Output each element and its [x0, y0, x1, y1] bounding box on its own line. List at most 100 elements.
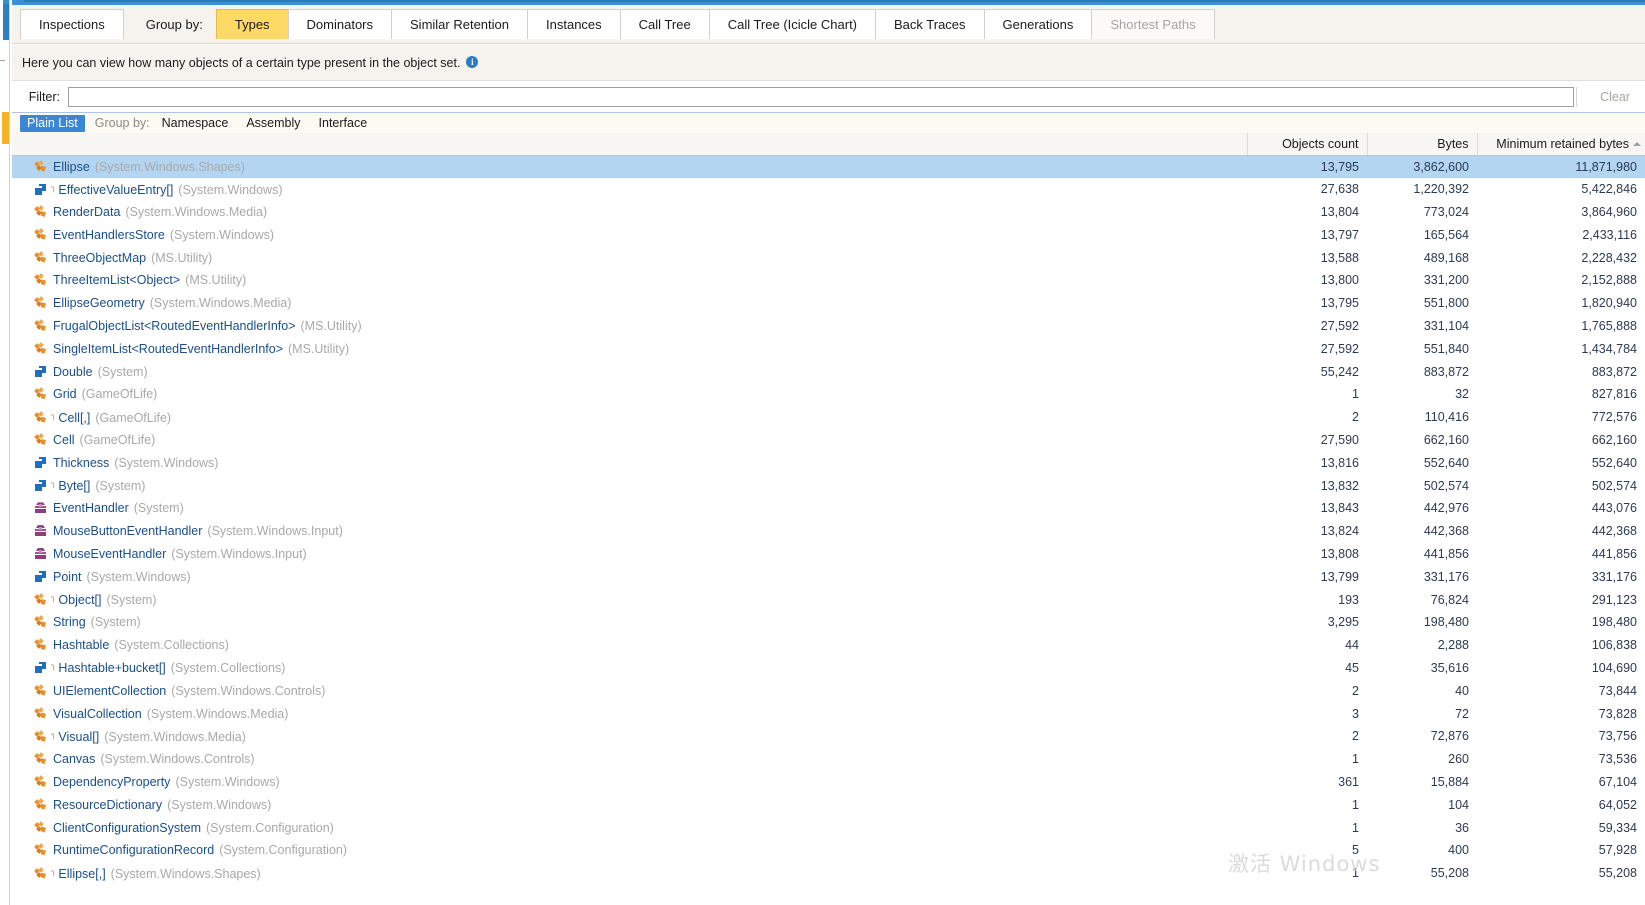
table-row[interactable]: EllipseGeometry (System.Windows.Media) 13,… [12, 292, 1645, 315]
minimum-retained-bytes-cell: 552,640 [1591, 455, 1637, 470]
tab-inspections[interactable]: Inspections [20, 9, 124, 39]
tab-generations[interactable]: Generations [983, 9, 1093, 39]
type-namespace: (System.Windows.Media) [104, 729, 246, 744]
table-row[interactable]: VisualCollection (System.Windows.Media) 3 7… [12, 702, 1645, 725]
type-name-cell[interactable]: ╮ Ellipse[,] (System.Windows.Shapes) [12, 862, 1247, 885]
type-name-cell[interactable]: UIElementCollection (System.Windows.Contr… [12, 679, 1247, 702]
type-name-cell[interactable]: Thickness (System.Windows) [12, 451, 1247, 474]
table-row[interactable]: MouseButtonEventHandler (System.Windows.I… [12, 520, 1645, 543]
table-row[interactable]: ╮ Ellipse[,] (System.Windows.Shapes) 1 55,20… [12, 862, 1645, 885]
column-header-bytes[interactable]: Bytes [1367, 133, 1478, 156]
tab-types[interactable]: Types [215, 9, 289, 39]
type-name-cell[interactable]: ThreeObjectMap (MS.Utility) [12, 246, 1247, 269]
table-row[interactable]: ╮ Byte[] (System) 13,832 502,574 502,574 [12, 474, 1645, 497]
type-name-cell[interactable]: SingleItemList<RoutedEventHandlerInfo> (M… [12, 337, 1247, 360]
table-row[interactable]: ThreeObjectMap (MS.Utility) 13,588 489,168 2… [12, 246, 1645, 269]
table-row[interactable]: ╮ Visual[] (System.Windows.Media) 2 72,876 73… [12, 725, 1645, 748]
type-namespace: (System) [97, 364, 148, 379]
type-name-cell[interactable]: MouseEventHandler (System.Windows.Input) [12, 543, 1247, 566]
class-type-icon [34, 820, 48, 834]
type-name-cell[interactable]: ╮ Visual[] (System.Windows.Media) [12, 725, 1247, 748]
type-namespace: (System.Windows) [178, 182, 283, 197]
table-row[interactable]: ╮ EffectiveValueEntry[] (System.Windows) 27… [12, 178, 1645, 201]
filter-input[interactable] [68, 86, 1574, 107]
table-row[interactable]: String (System) 3,295 198,480 198,480 [12, 611, 1645, 634]
type-name-cell[interactable]: ThreeItemList<Object> (MS.Utility) [12, 269, 1247, 292]
type-name-cell[interactable]: ╮ Cell[,] (GameOfLife) [12, 406, 1247, 429]
table-row[interactable]: RenderData (System.Windows.Media) 13,804 77… [12, 201, 1645, 224]
type-name-cell[interactable]: ╮ Hashtable+bucket[] (System.Collections) [12, 657, 1247, 680]
table-row[interactable]: Grid (GameOfLife) 1 32 827,816 [12, 383, 1645, 406]
type-name-cell[interactable]: DependencyProperty (System.Windows) [12, 771, 1247, 794]
type-namespace: (System.Windows) [169, 227, 275, 242]
table-row[interactable]: Ellipse (System.Windows.Shapes) 13,795 3,86… [12, 155, 1645, 178]
type-name: Visual[] [58, 729, 100, 744]
type-name-cell[interactable]: RenderData (System.Windows.Media) [12, 201, 1247, 224]
type-name-cell[interactable]: ClientConfigurationSystem (System.Configu… [12, 816, 1247, 839]
table-row[interactable]: ThreeItemList<Object> (MS.Utility) 13,800 3… [12, 269, 1645, 292]
table-row[interactable]: Double (System) 55,242 883,872 883,872 [12, 360, 1645, 383]
type-name-cell[interactable]: ╮ Object[] (System) [12, 588, 1247, 611]
type-namespace: (System.Windows) [175, 774, 280, 789]
info-icon[interactable]: i [466, 55, 479, 68]
type-name-cell[interactable]: String (System) [12, 611, 1247, 634]
tab-dominators[interactable]: Dominators [287, 9, 393, 39]
table-row[interactable]: Canvas (System.Windows.Controls) 1 260 73,53… [12, 748, 1645, 771]
table-row[interactable]: EventHandlersStore (System.Windows) 13,797… [12, 223, 1645, 246]
type-name-cell[interactable]: Ellipse (System.Windows.Shapes) [12, 155, 1247, 178]
group-by-option-assembly[interactable]: Assembly [246, 116, 300, 130]
type-name-cell[interactable]: EllipseGeometry (System.Windows.Media) [12, 292, 1247, 315]
table-row[interactable]: ╮ Hashtable+bucket[] (System.Collections) 4… [12, 657, 1645, 680]
table-row[interactable]: Hashtable (System.Collections) 44 2,288 106,… [12, 634, 1645, 657]
tab-call-tree-icicle-chart[interactable]: Call Tree (Icicle Chart) [708, 9, 877, 39]
type-name-cell[interactable]: VisualCollection (System.Windows.Media) [12, 702, 1247, 725]
table-row[interactable]: Thickness (System.Windows) 13,816 552,640 55… [12, 451, 1645, 474]
bytes-cell: 441,856 [1423, 546, 1469, 561]
type-name-cell[interactable]: FrugalObjectList<RoutedEventHandlerInfo>… [12, 315, 1247, 338]
type-name-cell[interactable]: Double (System) [12, 360, 1247, 383]
table-row[interactable]: DependencyProperty (System.Windows) 361 15,… [12, 771, 1645, 794]
table-row[interactable]: SingleItemList<RoutedEventHandlerInfo> (M… [12, 337, 1645, 360]
group-by-option-namespace[interactable]: Namespace [162, 116, 229, 130]
type-namespace: (System.Collections) [114, 638, 229, 653]
tab-call-tree[interactable]: Call Tree [619, 9, 710, 39]
column-header-minimum-retained-bytes[interactable]: Minimum retained bytes [1477, 133, 1645, 156]
table-row[interactable]: MouseEventHandler (System.Windows.Input) 1… [12, 543, 1645, 566]
objects-count-cell: 55,242 [1320, 364, 1359, 379]
table-row[interactable]: EventHandler (System) 13,843 442,976 443,076 [12, 497, 1645, 520]
column-header-objects-count[interactable]: Objects count [1247, 133, 1368, 156]
tab-shortest-paths[interactable]: Shortest Paths [1091, 9, 1215, 39]
table-row[interactable]: ╮ Cell[,] (GameOfLife) 2 110,416 772,576 [12, 406, 1645, 429]
table-row[interactable]: ClientConfigurationSystem (System.Configu… [12, 816, 1645, 839]
tab-similar-retention[interactable]: Similar Retention [391, 9, 529, 39]
table-row[interactable]: Point (System.Windows) 13,799 331,176 331,17… [12, 565, 1645, 588]
table-row[interactable]: FrugalObjectList<RoutedEventHandlerInfo>… [12, 315, 1645, 338]
clear-filter-button[interactable]: Clear [1579, 90, 1645, 104]
plain-list-toggle[interactable]: Plain List [20, 114, 85, 132]
table-row[interactable]: ResourceDictionary (System.Windows) 1 104 64… [12, 793, 1645, 816]
type-name-cell[interactable]: Grid (GameOfLife) [12, 383, 1247, 406]
tab-instances[interactable]: Instances [527, 9, 621, 39]
class-type-icon [34, 296, 48, 309]
type-name-cell[interactable]: ╮ Byte[] (System) [12, 474, 1247, 497]
column-header-name[interactable] [12, 133, 1248, 156]
type-name-cell[interactable]: EventHandlersStore (System.Windows) [12, 223, 1247, 246]
type-name-cell[interactable]: ╮ EffectiveValueEntry[] (System.Windows) [12, 178, 1247, 201]
table-row[interactable]: Cell (GameOfLife) 27,590 662,160 662,160 [12, 429, 1645, 452]
array-marker-icon: ╮ [51, 728, 57, 739]
type-name-cell[interactable]: Hashtable (System.Collections) [12, 634, 1247, 657]
type-name-cell[interactable]: MouseButtonEventHandler (System.Windows.I… [12, 520, 1247, 543]
tab-back-traces[interactable]: Back Traces [875, 9, 985, 39]
table-row[interactable]: RuntimeConfigurationRecord (System.Config… [12, 839, 1645, 862]
type-name-cell[interactable]: EventHandler (System) [12, 497, 1247, 520]
type-name-cell[interactable]: ResourceDictionary (System.Windows) [12, 793, 1247, 816]
minimum-retained-bytes-cell: 5,422,846 [1581, 182, 1637, 197]
group-by-option-interface[interactable]: Interface [319, 116, 368, 130]
objects-count-cell: 193 [1338, 592, 1359, 607]
type-name-cell[interactable]: RuntimeConfigurationRecord (System.Config… [12, 839, 1247, 862]
type-name-cell[interactable]: Canvas (System.Windows.Controls) [12, 748, 1247, 771]
table-row[interactable]: ╮ Object[] (System) 193 76,824 291,123 [12, 588, 1645, 611]
type-name-cell[interactable]: Point (System.Windows) [12, 565, 1247, 588]
table-row[interactable]: UIElementCollection (System.Windows.Contr… [12, 679, 1645, 702]
type-name-cell[interactable]: Cell (GameOfLife) [12, 429, 1247, 452]
